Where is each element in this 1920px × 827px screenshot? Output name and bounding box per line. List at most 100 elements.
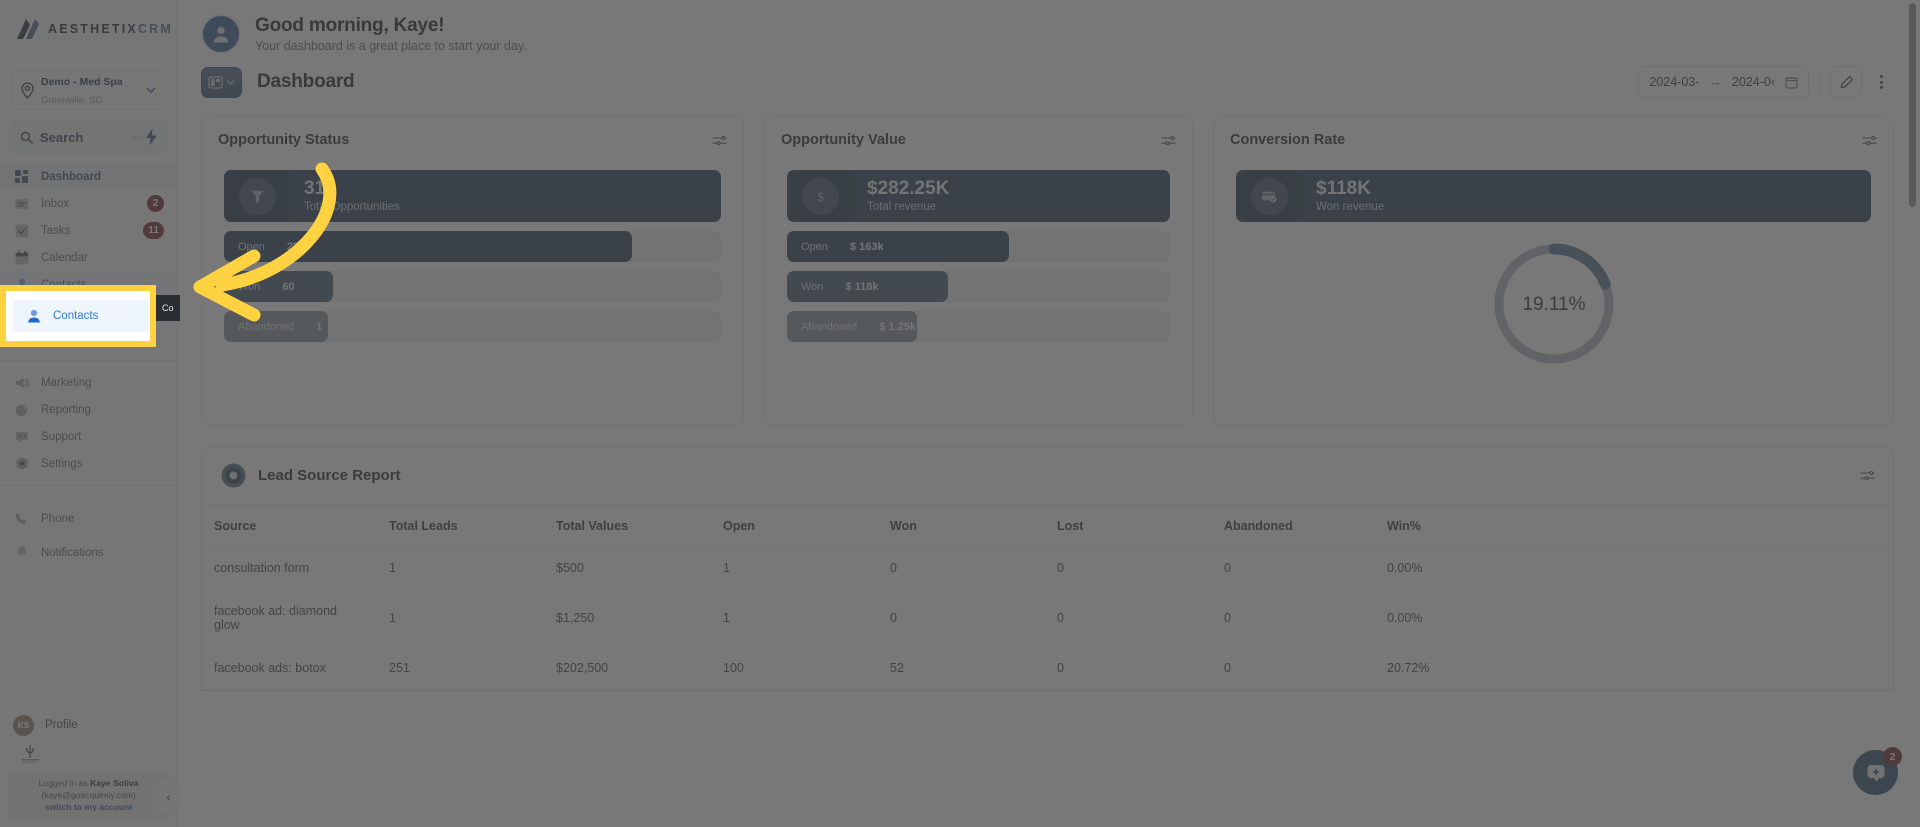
logged-in-name: Kaye Soliva <box>90 778 139 789</box>
cell-abandoned: 0 <box>1212 589 1375 647</box>
sidebar-item-profile[interactable]: KS Profile <box>0 710 177 740</box>
sidebar-item-tasks[interactable]: Tasks 11 <box>0 217 177 244</box>
column-header[interactable]: Won <box>878 505 1045 547</box>
more-options-button[interactable] <box>1868 67 1894 97</box>
search-shortcut-hint <box>133 135 142 139</box>
bar-label: Abandoned <box>238 320 295 333</box>
kpi-cards-row: Opportunity Status 314 Total Opportuniti… <box>178 98 1920 426</box>
cell-lost: 0 <box>1045 546 1212 590</box>
inbox-badge: 2 <box>147 195 164 212</box>
hero-icon-wrap: $ <box>787 170 853 222</box>
card-title: Opportunity Status <box>218 132 350 148</box>
card-header: Opportunity Status <box>202 117 743 148</box>
card-check-icon <box>1250 177 1288 215</box>
sidebar-item-marketing[interactable]: Marketing <box>0 369 177 396</box>
page-greeting-title: Good morning, Kaye! <box>255 15 445 36</box>
lead-source-header: Lead Source Report <box>202 447 1893 505</box>
table-row[interactable]: facebook ads: botox 251 $202,500 100 52 … <box>202 646 1893 690</box>
card-settings-icon[interactable] <box>1862 134 1877 147</box>
conversion-body: $118K Won revenue 19.11% <box>1214 148 1893 370</box>
aesthetix-logo-icon <box>17 19 39 39</box>
scrollbar-thumb[interactable] <box>1909 3 1916 207</box>
hero-text: $118K Won revenue <box>1302 178 1384 213</box>
column-header[interactable]: Open <box>711 505 878 547</box>
column-header[interactable]: Source <box>202 505 377 547</box>
card-settings-icon[interactable] <box>712 134 727 147</box>
cell-win-pct: 0.00% <box>1375 546 1893 590</box>
card-title: Conversion Rate <box>1230 132 1346 148</box>
cell-open: 100 <box>711 646 878 690</box>
table-row[interactable]: consultation form 1 $500 1 0 0 0 0.00% <box>202 546 1893 590</box>
cell-source: facebook ad: diamond glow <box>202 589 377 647</box>
collapse-sidebar-button[interactable]: ‹ <box>158 778 179 817</box>
sidebar-item-dashboard[interactable]: Dashboard <box>0 163 177 190</box>
lightning-bolt-icon[interactable] <box>145 128 158 146</box>
cell-open: 1 <box>711 546 878 590</box>
status-bars: 314 Total Opportunities Open 253 Won 60 … <box>202 148 743 342</box>
sidebar-item-phone[interactable]: Phone <box>0 503 177 535</box>
column-header[interactable]: Abandoned <box>1212 505 1375 547</box>
date-range-picker[interactable]: 2024-03- → 2024-0‹ <box>1638 66 1809 98</box>
kebab-dot <box>1879 75 1883 78</box>
bar-track-open: Open 253 <box>224 231 721 262</box>
sidebar-item-notifications[interactable]: Notifications <box>0 535 177 571</box>
donut-chart: 19.11% <box>1493 243 1614 365</box>
bar-track-abandoned: Abandoned $ 1.25k <box>787 311 1170 342</box>
pencil-icon <box>1840 75 1853 88</box>
page-scrollbar[interactable] <box>1909 0 1916 827</box>
sidebar-item-settings[interactable]: Settings <box>0 450 177 477</box>
date-range-end[interactable]: 2024-0‹ <box>1732 75 1775 89</box>
bell-icon <box>13 545 30 562</box>
cell-open: 1 <box>711 589 878 647</box>
card-opportunity-value: Opportunity Value $ $282.25K Total reven… <box>764 116 1193 426</box>
date-range-start[interactable]: 2024-03- <box>1649 75 1699 89</box>
org-switcher[interactable]: Demo - Med Spa Greenville, SC <box>11 70 166 110</box>
bar-label: Open <box>238 240 265 253</box>
column-header[interactable]: Total Values <box>544 505 711 547</box>
column-header[interactable]: Total Leads <box>377 505 544 547</box>
cell-win-pct: 20.72% <box>1375 646 1893 690</box>
assistant-fab-button[interactable]: 2 <box>1853 747 1902 795</box>
bar-track-open: Open $ 163k <box>787 231 1170 262</box>
conversion-donut: 19.11% <box>1236 238 1871 370</box>
card-settings-icon[interactable] <box>1860 469 1875 482</box>
pie-chart-icon <box>221 463 246 488</box>
sidebar-item-inbox[interactable]: Inbox 2 <box>0 190 177 217</box>
edit-dashboard-button[interactable] <box>1830 66 1862 98</box>
bar-fill-won: Won 60 <box>224 271 334 302</box>
bar-track-abandoned: Abandoned 1 <box>224 311 721 342</box>
logged-in-prefix: Logged in as <box>38 778 91 789</box>
app-logo[interactable]: AESTHETIXCRM <box>0 0 177 58</box>
card-title: Opportunity Value <box>781 132 906 148</box>
bar-fill-abandoned: Abandoned $ 1.25k <box>787 311 918 342</box>
medspa-partner-logo <box>0 740 177 773</box>
sidebar-item-label: Contacts <box>53 310 99 322</box>
cell-lost: 0 <box>1045 646 1212 690</box>
cell-total-values: $202,500 <box>544 646 711 690</box>
layout-switcher-button[interactable] <box>201 66 242 98</box>
column-header[interactable]: Win% <box>1375 505 1893 547</box>
search-icon <box>20 131 33 144</box>
avatar: KS <box>13 714 34 736</box>
cell-win-pct: 0.00% <box>1375 589 1893 647</box>
sidebar-item-label: Calendar <box>41 251 88 264</box>
sidebar-item-reporting[interactable]: Reporting <box>0 396 177 423</box>
sidebar-item-label: Settings <box>41 457 83 470</box>
hero-metric-total-revenue: $ $282.25K Total revenue <box>787 170 1170 222</box>
search-placeholder: Search <box>40 129 84 145</box>
cell-total-leads: 1 <box>377 589 544 647</box>
card-opportunity-status: Opportunity Status 314 Total Opportuniti… <box>201 116 744 426</box>
switch-account-link[interactable]: switch to my account <box>16 802 161 814</box>
search-input[interactable]: Search <box>11 119 166 155</box>
card-settings-icon[interactable] <box>1161 134 1176 147</box>
main-content: Good morning, Kaye! Your dashboard is a … <box>178 0 1920 827</box>
calendar-icon[interactable] <box>1785 76 1798 89</box>
column-header[interactable]: Lost <box>1045 505 1212 547</box>
sidebar-item-support[interactable]: Support <box>0 423 177 450</box>
table-row[interactable]: facebook ad: diamond glow 1 $1,250 1 0 0… <box>202 589 1893 647</box>
cell-abandoned: 0 <box>1212 546 1375 590</box>
hero-label: Total Opportunities <box>304 200 400 213</box>
hero-text: $282.25K Total revenue <box>853 178 949 213</box>
sidebar-item-contacts-highlighted[interactable]: Contacts <box>13 300 150 332</box>
sidebar-item-calendar[interactable]: Calendar <box>0 244 177 271</box>
